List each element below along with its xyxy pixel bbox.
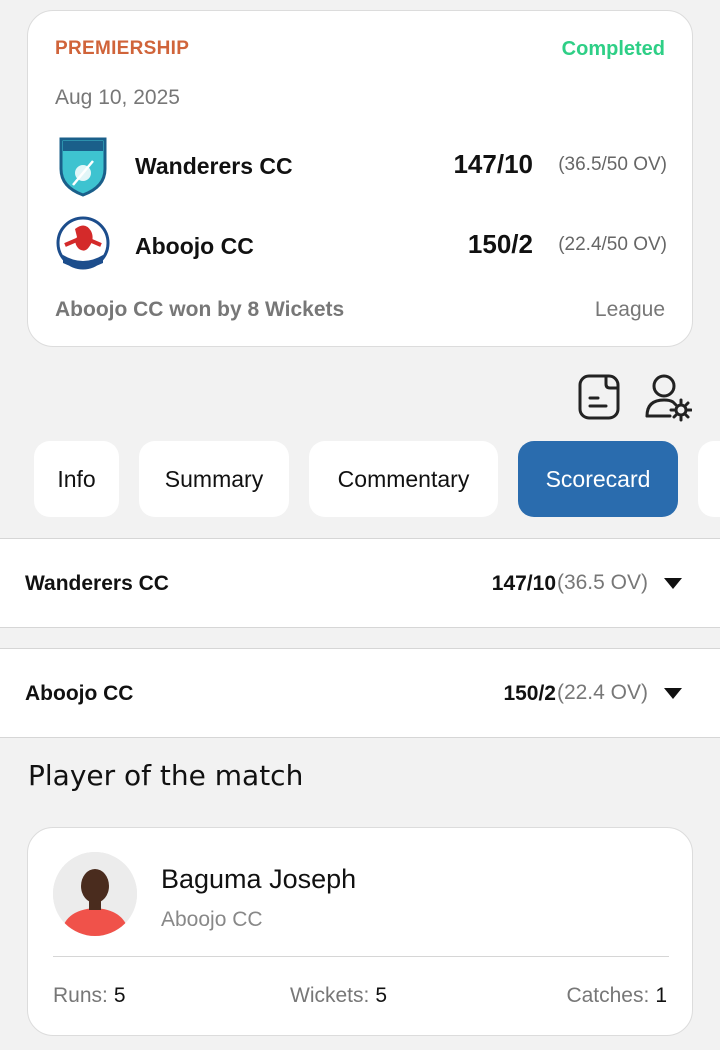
league-name: PREMIERSHIP [55,38,190,59]
chevron-down-icon[interactable] [664,688,682,699]
innings-score: 147/10 [491,572,556,595]
wanderers-logo [59,137,107,197]
innings-team: Wanderers CC [25,572,169,595]
stat-value: 5 [113,984,126,1007]
stat-label: Wickets: [290,984,370,1007]
team-row-aboojo: Aboojo CC 150/2 (22.4/50 OV) [55,215,667,279]
tab-overflow[interactable] [698,441,720,517]
innings-overs: (36.5 OV) [556,571,648,594]
match-card[interactable]: PREMIERSHIP Completed Aug 10, 2025 Wande… [27,10,693,347]
tab-bar: Info Summary Commentary Scorecard [0,441,720,519]
tab-commentary[interactable]: Commentary [309,441,498,517]
player-photo-icon [53,852,137,936]
team-score: 150/2 [467,229,533,259]
match-status: Completed [561,38,665,60]
player-of-match-card[interactable]: Baguma Joseph Aboojo CC Runs: 5 Wickets: 5… [27,827,693,1036]
innings-score: 150/2 [503,682,556,705]
player-name: Baguma Joseph [161,864,357,894]
stat-catches: Catches: 1 [566,984,667,1008]
match-type: League [594,298,665,321]
stat-value: 1 [655,984,667,1007]
section-title: Player of the match [28,759,304,792]
stat-wickets: Wickets: 5 [290,984,387,1008]
user-gear-icon[interactable] [644,372,692,424]
team-name: Wanderers CC [135,153,293,179]
stat-value: 5 [375,984,388,1007]
stat-label: Runs: [53,984,108,1007]
team-row-wanderers: Wanderers CC 147/10 (36.5/50 OV) [55,135,667,199]
team-overs: (22.4/50 OV) [558,234,667,255]
tab-info[interactable]: Info [34,441,119,517]
match-date: Aug 10, 2025 [55,86,180,109]
innings-team: Aboojo CC [25,682,134,705]
player-team: Aboojo CC [161,908,263,931]
team-name: Aboojo CC [135,233,254,259]
chevron-down-icon[interactable] [664,578,682,589]
divider [53,956,669,957]
team-score: 147/10 [453,149,533,179]
innings-overs: (22.4 OV) [556,681,648,704]
team-overs: (36.5/50 OV) [558,154,667,175]
stat-runs: Runs: 5 [53,984,126,1008]
avatar [53,852,137,936]
match-result: Aboojo CC won by 8 Wickets [55,298,345,321]
aboojo-logo [56,216,110,270]
stat-label: Catches: [566,984,650,1007]
tab-summary[interactable]: Summary [139,441,289,517]
document-icon[interactable] [576,372,624,424]
innings-row-aboojo[interactable]: Aboojo CC 150/2 (22.4 OV) [0,648,720,738]
tab-scorecard[interactable]: Scorecard [518,441,678,517]
innings-row-wanderers[interactable]: Wanderers CC 147/10 (36.5 OV) [0,538,720,628]
